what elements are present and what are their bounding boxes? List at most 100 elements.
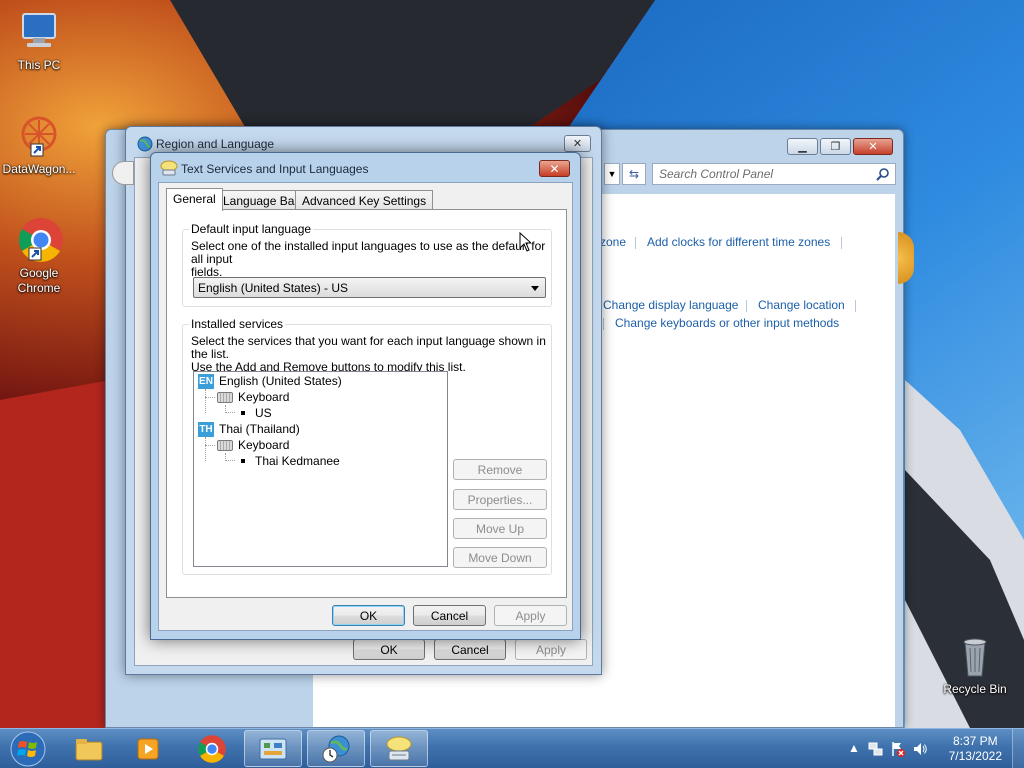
tree-item-label: Thai (Thailand) <box>219 422 300 436</box>
show-desktop-button[interactable] <box>1012 729 1024 768</box>
datawagon-icon <box>15 112 63 160</box>
search-icon <box>876 167 890 184</box>
move-up-button[interactable]: Move Up <box>453 518 547 539</box>
tree-item-keyboard[interactable]: Keyboard <box>217 437 289 453</box>
taskbar-text-services[interactable] <box>370 730 428 767</box>
default-language-group: Default input language Select one of the… <box>182 222 552 307</box>
link-add-clocks[interactable]: Add clocks for different time zones <box>647 235 830 249</box>
search-placeholder: Search Control Panel <box>659 167 774 181</box>
windows-logo-icon <box>10 731 46 767</box>
link-change-keyboards[interactable]: Change keyboards or other input methods <box>615 316 839 330</box>
link-separator <box>841 237 842 249</box>
computer-icon <box>15 8 63 56</box>
dialog-body: General Language Bar Advanced Key Settin… <box>158 182 573 631</box>
minimize-button[interactable]: ▁ <box>787 138 818 155</box>
tree-connector <box>205 445 215 446</box>
show-hidden-icons-icon[interactable]: ▲ <box>848 741 860 755</box>
volume-icon[interactable] <box>912 741 928 760</box>
tree-connector <box>225 460 235 461</box>
taskbar-region-language[interactable] <box>307 730 365 767</box>
link-separator <box>855 300 856 312</box>
desktop-icon-recycle-bin[interactable]: Recycle Bin <box>936 632 1014 697</box>
desktop-icon-datawagon[interactable]: DataWagon... <box>0 112 78 177</box>
link-time-zone[interactable]: zone <box>600 235 626 249</box>
control-panel-icon <box>259 738 287 759</box>
tree-item-service[interactable]: Thai Kedmanee <box>237 453 340 469</box>
taskbar-google-chrome[interactable] <box>183 730 241 767</box>
tree-item-keyboard[interactable]: Keyboard <box>217 389 289 405</box>
link-separator <box>635 237 636 249</box>
group-title: Default input language <box>189 222 314 236</box>
clock-date: 7/13/2022 <box>948 749 1002 763</box>
tree-connector <box>205 437 206 461</box>
link-change-location[interactable]: Change location <box>758 298 845 312</box>
system-tray: ▲ 8:37 PM 7/13/2022 <box>834 729 1024 768</box>
taskbar-media-player[interactable] <box>120 730 178 767</box>
taskbar: ▲ 8:37 PM 7/13/2022 <box>0 728 1024 768</box>
apply-button[interactable]: Apply <box>515 639 587 660</box>
link-separator <box>746 300 747 312</box>
language-badge: TH <box>198 421 214 437</box>
tree-connector <box>225 412 235 413</box>
group-title: Installed services <box>189 317 286 331</box>
folder-icon <box>75 738 103 760</box>
maximize-button[interactable]: ❐ <box>820 138 851 155</box>
dialog-title: Region and Language <box>156 137 275 151</box>
desktop-icon-google-chrome[interactable]: Google Chrome <box>0 216 78 296</box>
tab-general[interactable]: General <box>166 188 223 211</box>
move-down-button[interactable]: Move Down <box>453 547 547 568</box>
close-button[interactable]: ✕ <box>539 160 570 177</box>
tree-item-service[interactable]: US <box>237 405 272 421</box>
properties-button[interactable]: Properties... <box>453 489 547 510</box>
close-button[interactable]: ✕ <box>564 135 591 152</box>
desktop-icon-label: Recycle Bin <box>943 682 1007 696</box>
media-player-icon <box>137 738 159 759</box>
close-button[interactable]: ✕ <box>853 138 893 155</box>
tree-item-label: Keyboard <box>238 390 290 404</box>
tab-fragment <box>112 161 134 185</box>
tree-connector <box>205 389 206 413</box>
tree-item-thai[interactable]: TH Thai (Thailand) <box>198 421 300 437</box>
chrome-icon <box>15 216 63 264</box>
taskbar-control-panel[interactable] <box>244 730 302 767</box>
link-change-display-language[interactable]: Change display language <box>603 298 738 312</box>
mouse-cursor <box>519 231 533 255</box>
desktop-icon-label: This PC <box>17 58 61 72</box>
recycle-bin-icon <box>951 632 999 680</box>
taskbar-clock[interactable]: 8:37 PM 7/13/2022 <box>949 734 1002 764</box>
default-language-select[interactable]: English (United States) - US <box>193 277 546 298</box>
cancel-button[interactable]: Cancel <box>434 639 506 660</box>
tab-advanced-key-settings[interactable]: Advanced Key Settings <box>295 190 434 211</box>
clock-globe-icon <box>322 735 350 762</box>
selected-value: English (United States) - US <box>198 281 349 295</box>
tree-item-label: English (United States) <box>219 374 342 388</box>
desktop-icon-this-pc[interactable]: This PC <box>0 8 78 73</box>
remove-button[interactable]: Remove <box>453 459 547 480</box>
start-button[interactable] <box>4 730 52 768</box>
apply-button[interactable]: Apply <box>494 605 567 626</box>
tree-connector <box>205 397 215 398</box>
group-description: Select the services that you want for ea… <box>191 335 551 374</box>
action-center-icon[interactable] <box>890 741 906 760</box>
bullet-icon <box>241 459 245 463</box>
installed-services-tree[interactable]: EN English (United States) Keyboard US T… <box>193 371 448 567</box>
ok-button[interactable]: OK <box>353 639 425 660</box>
dialog-title: Text Services and Input Languages <box>181 162 369 176</box>
tree-item-english[interactable]: EN English (United States) <box>198 373 342 389</box>
ok-button[interactable]: OK <box>332 605 405 626</box>
taskbar-file-explorer[interactable] <box>60 730 118 767</box>
installed-services-group: Installed services Select the services t… <box>182 317 552 575</box>
network-icon[interactable] <box>868 741 884 760</box>
language-bar-icon <box>160 160 178 179</box>
description-line: Select the services that you want for ea… <box>191 334 546 361</box>
desktop-icon-label: Google Chrome <box>17 266 61 295</box>
address-history-dropdown[interactable]: ▼ <box>604 163 620 185</box>
cancel-button[interactable]: Cancel <box>413 605 486 626</box>
window-caption-buttons: ▁ ❐ ✕ <box>787 138 893 155</box>
language-badge: EN <box>198 373 214 389</box>
refresh-button[interactable]: ⇆ <box>622 163 646 185</box>
search-input[interactable]: Search Control Panel <box>652 163 896 185</box>
link-separator <box>603 318 604 330</box>
refresh-icon: ⇆ <box>628 167 640 181</box>
tab-language-bar[interactable]: Language Bar <box>216 190 306 211</box>
